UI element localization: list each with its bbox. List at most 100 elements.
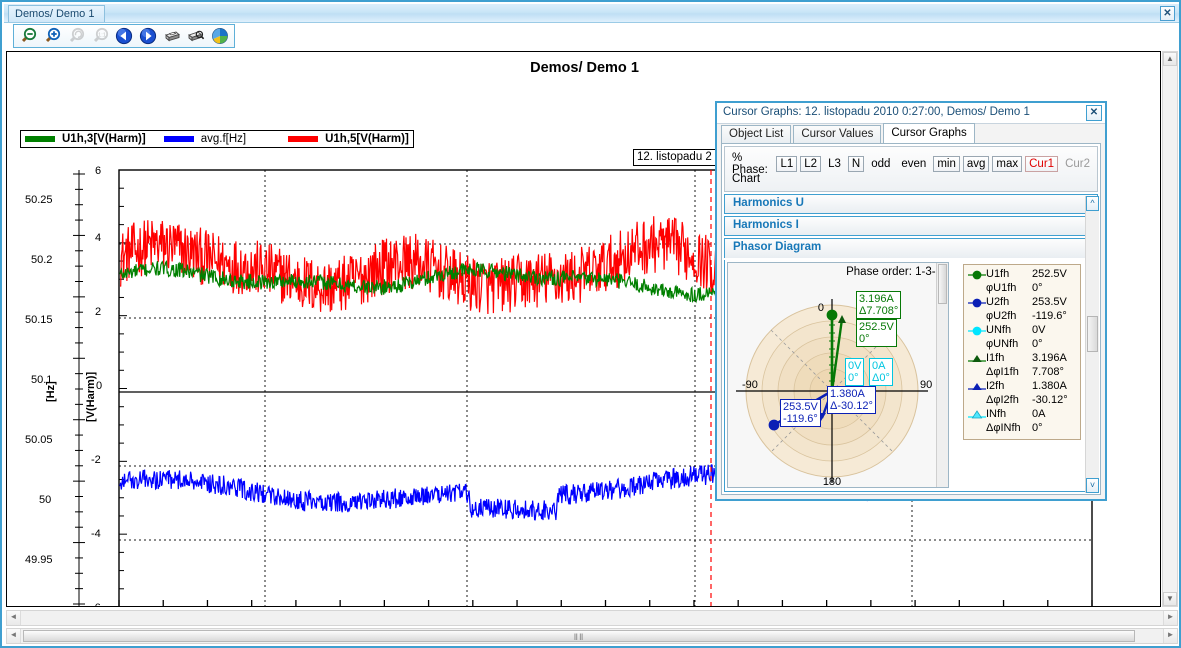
phasor-plot-scroll-thumb[interactable] bbox=[938, 264, 947, 304]
phase-button-n[interactable]: N bbox=[847, 156, 865, 172]
phasor-legend-value-11: 0° bbox=[1032, 422, 1043, 434]
phasor-legend-row: φU2fh -119.6° bbox=[968, 310, 1076, 324]
zoom-in-button[interactable] bbox=[41, 26, 63, 46]
zoom-actual-size-button[interactable]: 1:1 bbox=[89, 26, 111, 46]
zoom-undo-button[interactable] bbox=[65, 26, 87, 46]
inner-horizontal-scrollbar[interactable]: ◄ ► bbox=[6, 610, 1178, 626]
outer-hscroll-left-arrow[interactable]: ◄ bbox=[7, 629, 21, 643]
outer-horizontal-scrollbar[interactable]: ◄ ⅡⅡ ► bbox=[6, 628, 1178, 644]
print-button[interactable] bbox=[161, 26, 183, 46]
phase-button-avg[interactable]: avg bbox=[962, 156, 990, 172]
section-harmonics-u-label: Harmonics U bbox=[733, 197, 804, 209]
phase-button-l1[interactable]: L1 bbox=[776, 156, 798, 172]
callout-un-line2: 0° bbox=[848, 372, 859, 384]
callout-u1-line1: 252.5V bbox=[859, 321, 894, 333]
callout-u1: 252.5V 0° bbox=[856, 319, 897, 347]
phasor-legend-name-11: ΔφINfh bbox=[986, 422, 1021, 434]
svg-text:1:1: 1:1 bbox=[98, 33, 106, 39]
tab-cursor-graphs[interactable]: Cursor Graphs bbox=[883, 123, 975, 143]
scroll-up-arrow[interactable]: ▲ bbox=[1163, 52, 1177, 66]
callout-un: 0V 0° bbox=[845, 358, 865, 386]
cursor-graphs-scroll-thumb[interactable] bbox=[1087, 316, 1098, 352]
phasor-legend-value-3: -119.6° bbox=[1032, 310, 1067, 322]
phasor-legend-name-10: INfh bbox=[986, 408, 1007, 420]
phase-button-even[interactable]: even bbox=[897, 158, 930, 170]
cursor-graphs-title: Cursor Graphs: 12. listopadu 2010 0:27:0… bbox=[723, 106, 1030, 118]
callout-i1-line2: Δ7.708° bbox=[859, 305, 899, 317]
callout-i2-line2: Δ-30.12° bbox=[830, 400, 873, 412]
phasor-legend-value-5: 0° bbox=[1032, 338, 1043, 350]
cursor-graphs-scrollbar[interactable]: ^ ˅ bbox=[1085, 196, 1099, 493]
cursor-graphs-titlebar: Cursor Graphs: 12. listopadu 2010 0:27:0… bbox=[717, 103, 1105, 124]
scroll-down-arrow[interactable]: ▼ bbox=[1163, 592, 1177, 606]
phasor-legend-value-6: 3.196A bbox=[1032, 352, 1067, 364]
callout-un-line1: 0V bbox=[848, 360, 862, 372]
phasor-diagram-content: Phase order: 1-3-2 0 90 180 -90 3.196A Δ… bbox=[724, 260, 1098, 492]
phasor-legend-value-8: 1.380A bbox=[1032, 380, 1067, 392]
callout-i1-line1: 3.196A bbox=[859, 293, 894, 305]
phasor-legend-value-4: 0V bbox=[1032, 324, 1046, 336]
forward-button[interactable] bbox=[137, 26, 159, 46]
phase-button-l3[interactable]: L3 bbox=[824, 158, 845, 170]
phasor-legend-value-1: 0° bbox=[1032, 282, 1043, 294]
phasor-legend-value-0: 252.5V bbox=[1032, 268, 1067, 280]
outer-hscroll-thumb[interactable]: ⅡⅡ bbox=[23, 630, 1135, 642]
document-tab[interactable]: Demos/ Demo 1 bbox=[8, 5, 106, 22]
phasor-legend-name-6: I1fh bbox=[986, 352, 1005, 364]
phasor-legend-row: U2fh 253.5V bbox=[968, 296, 1076, 310]
phasor-legend-name-4: UNfh bbox=[986, 324, 1012, 336]
application-window: Demos/ Demo 1 ✕ 1:1 Demos/ Demo 1 U1h,3[… bbox=[0, 0, 1181, 648]
phasor-legend-value-2: 253.5V bbox=[1032, 296, 1067, 308]
cursor-graphs-panel: Cursor Graphs: 12. listopadu 2010 0:27:0… bbox=[715, 101, 1107, 501]
forward-icon bbox=[139, 27, 157, 45]
phase-button-min[interactable]: min bbox=[933, 156, 960, 172]
window-close-button[interactable]: ✕ bbox=[1160, 6, 1175, 21]
callout-u2: 253.5V -119.6° bbox=[780, 399, 821, 427]
phasor-svg: 0 90 180 -90 bbox=[736, 299, 932, 487]
cursor-graphs-scroll-down[interactable]: ˅ bbox=[1086, 478, 1099, 493]
section-phasor-diagram[interactable]: Phasor Diagram bbox=[724, 238, 1098, 258]
polar-label-bottom: 180 bbox=[823, 476, 841, 487]
cursor-graphs-scroll-up[interactable]: ^ bbox=[1086, 196, 1099, 211]
phase-button-max[interactable]: max bbox=[992, 156, 1023, 172]
tab-object-list[interactable]: Object List bbox=[721, 125, 792, 143]
chart-settings-button[interactable] bbox=[209, 26, 231, 46]
print-preview-button[interactable] bbox=[185, 26, 207, 46]
outer-hscroll-right-arrow[interactable]: ► bbox=[1163, 629, 1177, 643]
section-harmonics-i-label: Harmonics I bbox=[733, 219, 799, 231]
section-harmonics-i[interactable]: Harmonics I bbox=[724, 216, 1098, 236]
inner-hscroll-left-arrow[interactable]: ◄ bbox=[7, 611, 21, 625]
phasor-legend-row: ΔφI2fh -30.12° bbox=[968, 394, 1076, 408]
phasor-legend-name-2: U2fh bbox=[986, 296, 1010, 308]
phase-button-cur1[interactable]: Cur1 bbox=[1025, 156, 1059, 172]
phasor-legend-row: ΔφINfh 0° bbox=[968, 422, 1076, 436]
callout-u2-line2: -119.6° bbox=[783, 413, 818, 425]
chart-label[interactable]: Chart bbox=[732, 173, 760, 185]
zoom-out-icon bbox=[21, 27, 37, 43]
print-icon bbox=[165, 31, 180, 42]
section-harmonics-u[interactable]: Harmonics U bbox=[724, 194, 1098, 214]
marker-circle-cyan bbox=[968, 324, 986, 337]
phasor-legend-name-5: φUNfh bbox=[986, 338, 1019, 350]
marker-triangle-green bbox=[968, 352, 986, 365]
zoom-actual-icon: 1:1 bbox=[93, 27, 109, 43]
callout-in-line2: Δ0° bbox=[872, 372, 890, 384]
back-button[interactable] bbox=[113, 26, 135, 46]
phasor-plot-scrollbar[interactable] bbox=[936, 263, 948, 487]
polar-label-right: 90 bbox=[920, 379, 932, 391]
cursor-graphs-close-button[interactable]: ✕ bbox=[1086, 105, 1102, 121]
phase-button-odd[interactable]: odd bbox=[867, 158, 894, 170]
phasor-legend-name-0: U1fh bbox=[986, 268, 1010, 280]
inner-hscroll-right-arrow[interactable]: ► bbox=[1163, 611, 1177, 625]
chart-toolbar: 1:1 bbox=[4, 23, 1179, 50]
callout-u1-line2: 0° bbox=[859, 333, 870, 345]
phase-button-cur2[interactable]: Cur2 bbox=[1061, 158, 1094, 170]
tab-cursor-values[interactable]: Cursor Values bbox=[793, 125, 882, 143]
chart-vertical-scrollbar[interactable]: ▲ ▼ bbox=[1162, 51, 1178, 607]
phasor-polar-plot[interactable]: Phase order: 1-3-2 0 90 180 -90 3.196A Δ… bbox=[727, 262, 949, 488]
callout-u2-line1: 253.5V bbox=[783, 401, 818, 413]
zoom-undo-icon bbox=[69, 27, 85, 43]
phasor-legend-row: φU1fh 0° bbox=[968, 282, 1076, 296]
zoom-out-button[interactable] bbox=[17, 26, 39, 46]
phase-button-l2[interactable]: L2 bbox=[800, 156, 822, 172]
